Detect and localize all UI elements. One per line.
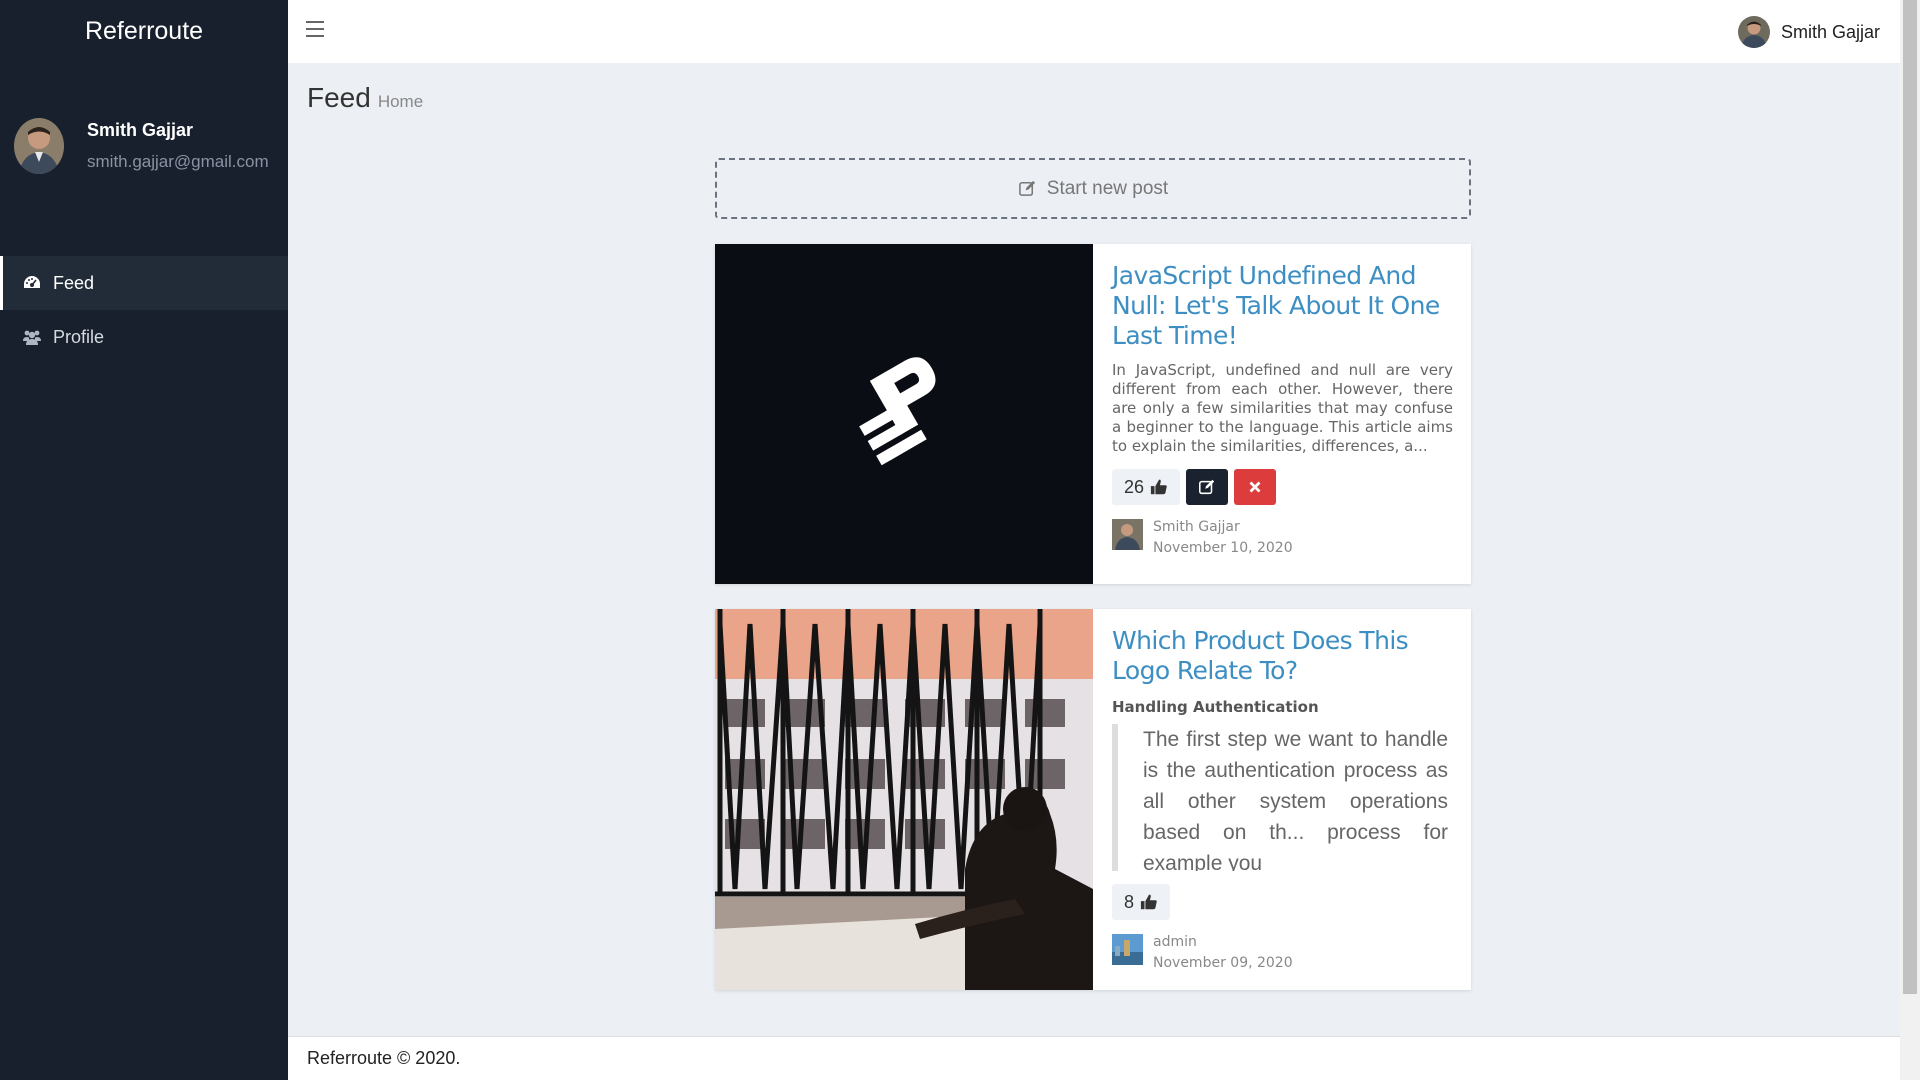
post-title[interactable]: Which Product Does This Logo Relate To? — [1112, 626, 1453, 686]
sidebar-item-feed[interactable]: Feed — [0, 256, 288, 310]
footer: Referroute © 2020. — [288, 1036, 1900, 1080]
menu-toggle-icon[interactable] — [306, 21, 324, 37]
post-title[interactable]: JavaScript Undefined And Null: Let's Tal… — [1112, 261, 1453, 351]
sidebar-user-email: smith.gajjar@gmail.com — [87, 152, 269, 171]
edit-icon — [1199, 479, 1215, 495]
delete-post-button[interactable] — [1234, 469, 1277, 505]
like-count: 26 — [1124, 476, 1145, 497]
avatar — [1112, 519, 1143, 550]
thumbs-up-icon — [1140, 894, 1157, 910]
user-panel: Smith Gajjar smith.gajjar@gmail.com — [0, 62, 288, 194]
post-author: admin November 09, 2020 — [1112, 932, 1453, 974]
edit-icon — [1018, 180, 1035, 196]
like-button[interactable]: 26 — [1112, 469, 1181, 505]
breadcrumb[interactable]: Home — [378, 92, 423, 112]
post-card: JavaScript Undefined And Null: Let's Tal… — [715, 244, 1471, 584]
like-button[interactable]: 8 — [1112, 884, 1171, 920]
content-header: Feed Home — [307, 82, 423, 114]
post-date: November 09, 2020 — [1153, 955, 1293, 971]
header-user-name: Smith Gajjar — [1780, 21, 1880, 42]
users-icon — [23, 330, 41, 345]
sidebar-nav: Feed Profile — [0, 256, 288, 364]
start-new-post-button[interactable]: Start new post — [715, 158, 1471, 219]
thumbs-up-icon — [1150, 479, 1167, 495]
page-title: Feed — [307, 82, 371, 113]
sidebar-user-name: Smith Gajjar — [87, 120, 194, 140]
author-name[interactable]: admin — [1153, 932, 1293, 953]
post-subheading: Handling Authentication — [1112, 698, 1319, 716]
sidebar-item-label: Feed — [53, 272, 95, 293]
close-icon — [1249, 481, 1261, 493]
footer-text: Referroute © 2020. — [307, 1048, 461, 1068]
edit-post-button[interactable] — [1186, 469, 1229, 505]
post-excerpt: In JavaScript, undefined and null are ve… — [1112, 361, 1453, 455]
post-author: Smith Gajjar November 10, 2020 — [1112, 517, 1453, 559]
like-count: 8 — [1124, 891, 1135, 912]
dashboard-icon — [24, 276, 40, 288]
post-quote: The first step we want to handle is the … — [1112, 724, 1453, 871]
avatar — [1112, 934, 1143, 965]
author-name[interactable]: Smith Gajjar — [1153, 517, 1293, 538]
avatar — [1737, 16, 1770, 48]
sidebar-item-label: Profile — [53, 326, 105, 347]
post-image[interactable] — [715, 609, 1093, 990]
post-card: Which Product Does This Logo Relate To? … — [715, 609, 1471, 990]
brand-logo[interactable]: Referroute — [0, 0, 288, 62]
sidebar-item-profile[interactable]: Profile — [0, 310, 288, 364]
topbar: Smith Gajjar — [288, 0, 1900, 63]
sidebar: Referroute Smith Gajjar smith.gajjar@gma… — [0, 0, 288, 1080]
avatar — [14, 118, 64, 174]
scrollbar-thumb[interactable] — [1903, 0, 1917, 994]
start-new-post-label: Start new post — [1046, 177, 1169, 199]
vertical-scrollbar[interactable] — [1900, 0, 1920, 1080]
post-image[interactable] — [715, 244, 1093, 584]
post-date: November 10, 2020 — [1153, 540, 1293, 556]
user-menu[interactable]: Smith Gajjar — [1737, 16, 1880, 48]
